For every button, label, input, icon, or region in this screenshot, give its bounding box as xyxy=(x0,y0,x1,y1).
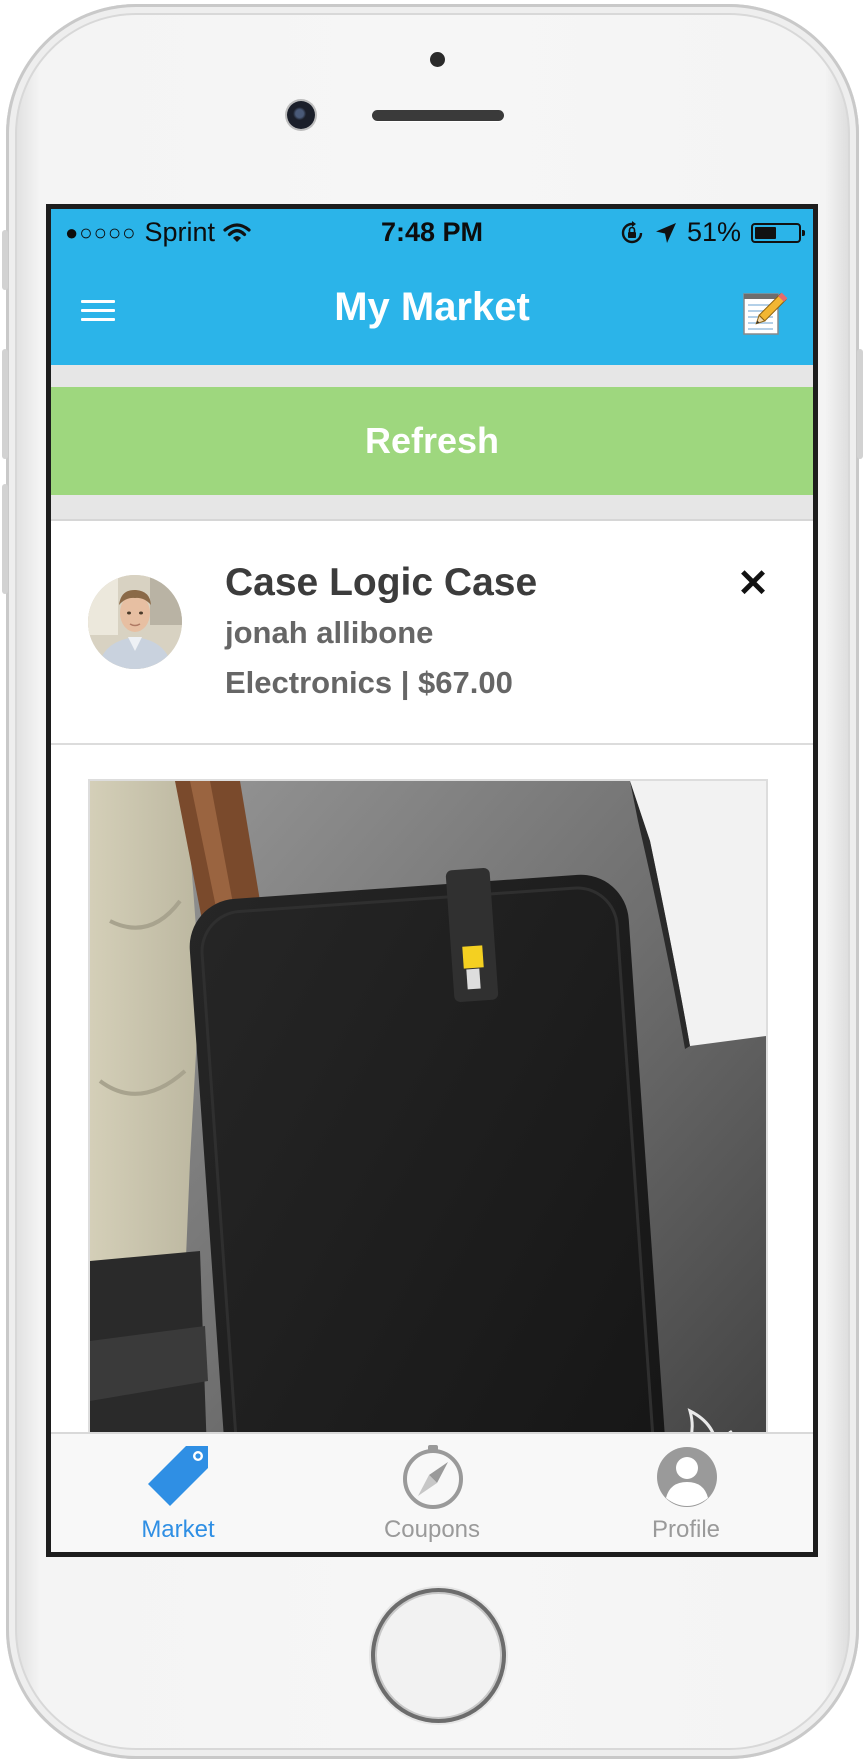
compass-icon xyxy=(403,1445,463,1509)
home-button[interactable] xyxy=(371,1588,506,1723)
listing-card[interactable]: Case Logic Case jonah allibone Electroni… xyxy=(51,519,813,1552)
person-icon xyxy=(657,1447,717,1507)
refresh-button[interactable]: Refresh xyxy=(51,387,813,495)
tab-label: Market xyxy=(141,1516,215,1543)
mute-switch xyxy=(2,230,8,290)
seller-name[interactable]: jonah allibone xyxy=(225,615,433,651)
volume-up-button xyxy=(2,349,8,459)
category-and-price: Electronics | $67.00 xyxy=(225,665,513,700)
proximity-sensor xyxy=(430,52,445,67)
battery-tip xyxy=(802,229,805,236)
tab-bar: Market Coupons Profile xyxy=(51,1432,813,1552)
listing-header: Case Logic Case jonah allibone Electroni… xyxy=(51,521,813,745)
battery-icon xyxy=(751,222,805,243)
listing-photo[interactable] xyxy=(88,779,768,1543)
laptop-sleeve-photo xyxy=(90,781,766,1541)
volume-down-button xyxy=(2,484,8,594)
power-button xyxy=(857,349,863,459)
tab-coupons[interactable]: Coupons xyxy=(305,1434,559,1552)
avatar[interactable] xyxy=(88,575,182,669)
price-tag-icon xyxy=(148,1446,208,1506)
tab-market[interactable]: Market xyxy=(51,1434,305,1552)
listing-title[interactable]: Case Logic Case xyxy=(225,561,537,605)
tab-profile[interactable]: Profile xyxy=(559,1434,813,1552)
navigation-bar: My Market xyxy=(51,257,813,365)
page-title: My Market xyxy=(334,285,530,329)
notepad-pencil-icon xyxy=(743,292,788,335)
front-camera xyxy=(287,101,315,129)
app-screen: ●○○○○ Sprint 7:48 PM 51% My Market Refre… xyxy=(51,209,813,1552)
battery-level-fill xyxy=(755,226,777,239)
earpiece-speaker xyxy=(372,110,504,121)
tab-label: Coupons xyxy=(383,1516,481,1543)
seller-photo xyxy=(88,575,182,669)
close-icon[interactable]: ✕ xyxy=(737,565,769,603)
status-bar: ●○○○○ Sprint 7:48 PM 51% xyxy=(51,209,813,257)
battery-percent: 51% xyxy=(686,217,741,247)
tab-label: Profile xyxy=(651,1516,721,1543)
location-arrow-icon xyxy=(655,222,676,243)
compose-button[interactable] xyxy=(739,287,789,337)
rotation-lock-icon xyxy=(621,220,643,243)
